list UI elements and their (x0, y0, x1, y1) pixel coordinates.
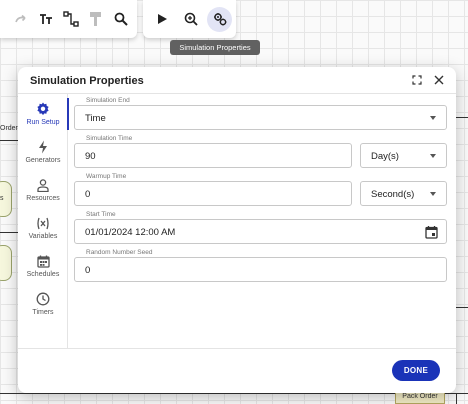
nav-label: Resources (26, 194, 60, 202)
simulation-settings-icon (213, 13, 226, 26)
connector-button[interactable] (58, 7, 83, 32)
nav-label: Timers (32, 309, 54, 316)
connector-line (0, 232, 18, 233)
nav-label: Variables (28, 232, 58, 240)
nav-item-timers[interactable]: Timers (18, 286, 68, 322)
chevron-down-icon (430, 154, 436, 158)
nav-item-variables[interactable]: Variables (18, 210, 68, 246)
text-format-button[interactable] (33, 7, 58, 32)
field-value: Time (85, 113, 106, 124)
field-label: Simulation End (85, 97, 131, 104)
person-icon (37, 178, 49, 192)
lightning-icon (39, 140, 47, 154)
clock-icon (36, 292, 50, 306)
simulation-properties-button[interactable] (207, 6, 232, 32)
fullscreen-icon (412, 75, 422, 85)
start-time-input[interactable]: Start Time 01/01/2024 12:00 AM (74, 211, 447, 244)
field-label: Start Time (85, 211, 117, 218)
format-painter-icon (89, 12, 101, 26)
field-value: Second(s) (371, 189, 415, 200)
connector-line (456, 393, 457, 404)
connector-line (456, 307, 468, 308)
chevron-down-icon (430, 116, 436, 120)
nav-item-run-setup[interactable]: Run Setup (18, 96, 69, 132)
simulation-toolbar (143, 0, 236, 38)
search-icon (114, 12, 128, 26)
field-value: Day(s) (371, 151, 399, 162)
zoom-button[interactable] (178, 7, 203, 32)
random-seed-input[interactable]: Random Number Seed 0 (74, 249, 447, 282)
text-format-icon (39, 14, 52, 24)
field-label: Warmup Time (85, 173, 128, 180)
process-node[interactable] (0, 245, 12, 281)
divider (18, 348, 456, 349)
field-label: Random Number Seed (85, 249, 154, 256)
edit-toolbar (0, 0, 137, 38)
simulation-time-input[interactable]: Simulation Time 90 (74, 135, 352, 168)
chevron-down-icon (430, 192, 436, 196)
simulation-properties-dialog: Simulation Properties Run Setup Generato… (18, 67, 456, 393)
fullscreen-button[interactable] (410, 73, 424, 87)
close-button[interactable] (432, 73, 446, 87)
order-node-label: Order (0, 125, 18, 132)
calendar-icon (425, 226, 438, 239)
run-simulation-button[interactable] (149, 7, 174, 32)
calendar-icon (36, 255, 50, 268)
field-value: 01/01/2024 12:00 AM (85, 227, 176, 238)
field-value: 0 (85, 189, 91, 200)
play-icon (157, 14, 167, 24)
settings-nav: Run Setup Generators Resources Variables… (18, 94, 69, 348)
gear-icon (37, 102, 49, 116)
simulation-end-select[interactable]: Simulation End Time (74, 97, 447, 130)
variable-icon (37, 217, 49, 229)
simulation-time-unit-select[interactable]: Day(s) (360, 143, 447, 168)
connector-line (0, 140, 18, 141)
nav-label: Schedules (26, 270, 60, 278)
redo-button[interactable] (8, 7, 33, 32)
field-label: Simulation Time (85, 135, 134, 142)
close-icon (434, 75, 444, 85)
divider (18, 93, 456, 94)
dialog-title: Simulation Properties (30, 75, 144, 87)
nav-item-schedules[interactable]: Schedules (18, 248, 68, 284)
format-painter-button[interactable] (83, 7, 108, 32)
nav-item-generators[interactable]: Generators (18, 134, 68, 170)
field-value: 0 (85, 265, 91, 276)
nav-label: Generators (25, 157, 61, 164)
nav-label: Run Setup (26, 119, 60, 126)
warmup-time-unit-select[interactable]: Second(s) (360, 181, 447, 206)
done-button[interactable]: DONE (392, 360, 440, 381)
date-picker-button[interactable] (425, 225, 438, 244)
zoom-icon (184, 12, 198, 26)
connector-line (456, 117, 468, 118)
search-button[interactable] (108, 7, 133, 32)
redo-icon (14, 14, 26, 23)
field-value: 90 (85, 151, 96, 162)
process-node-label: s (0, 195, 4, 202)
tooltip: Simulation Properties (170, 40, 260, 55)
nav-item-resources[interactable]: Resources (18, 172, 68, 208)
warmup-time-input[interactable]: Warmup Time 0 (74, 173, 352, 206)
connector-icon (62, 11, 79, 27)
